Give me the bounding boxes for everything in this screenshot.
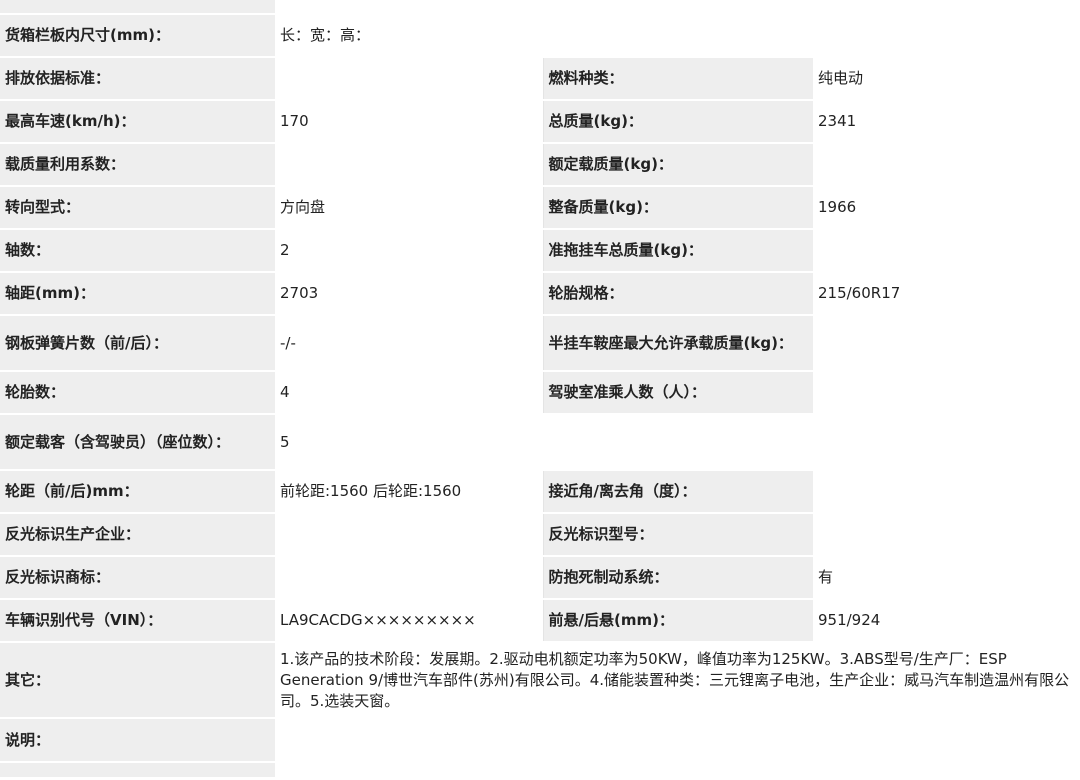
row-label-right: 额定载质量(kg)：	[542, 143, 813, 187]
row-label: 排放依据标准：	[0, 57, 275, 101]
table-row-clipped-bottom	[0, 762, 1080, 779]
vehicle-spec-table: 货箱栏板内尺寸(mm)： 长：宽：高： 排放依据标准： 燃料种类： 纯电动 最高…	[0, 0, 1080, 779]
row-value-right: 2341	[813, 100, 1080, 144]
table-row: 反光标识生产企业： 反光标识型号：	[0, 513, 1080, 557]
row-value-right	[813, 513, 1080, 557]
row-label-right: 半挂车鞍座最大允许承载质量(kg)：	[542, 315, 813, 372]
row-value-right	[813, 315, 1080, 372]
row-label: 载质量利用系数：	[0, 143, 275, 187]
row-label: 车辆识别代号（VIN）：	[0, 599, 275, 643]
row-label-right: 接近角/离去角（度）：	[542, 470, 813, 514]
table-row: 钢板弹簧片数（前/后）： -/- 半挂车鞍座最大允许承载质量(kg)：	[0, 315, 1080, 372]
row-value: 方向盘	[275, 186, 543, 230]
row-value	[275, 143, 543, 187]
row-label-right: 防抱死制动系统：	[542, 556, 813, 600]
row-label-right: 驾驶室准乘人数（人）：	[542, 371, 813, 415]
row-label: 反光标识商标：	[0, 556, 275, 600]
row-label: 其它：	[0, 642, 275, 719]
row-value: 前轮距:1560 后轮距:1560	[275, 470, 543, 514]
row-value-right	[813, 143, 1080, 187]
row-value-right: 1966	[813, 186, 1080, 230]
row-label-right: 整备质量(kg)：	[542, 186, 813, 230]
table-row: 其它： 1.该产品的技术阶段：发展期。2.驱动电机额定功率为50KW，峰值功率为…	[0, 642, 1080, 719]
row-label: 轮胎数：	[0, 371, 275, 415]
row-value: 长：宽：高：	[275, 14, 1080, 58]
row-value-right: 951/924	[813, 599, 1080, 643]
row-label: 钢板弹簧片数（前/后）：	[0, 315, 275, 372]
row-label-clipped	[0, 762, 275, 779]
table-row: 货箱栏板内尺寸(mm)： 长：宽：高：	[0, 14, 1080, 58]
row-value	[275, 718, 1080, 763]
row-value-right	[813, 371, 1080, 415]
table-row: 说明：	[0, 718, 1080, 763]
row-label: 轮距（前/后)mm：	[0, 470, 275, 514]
table-row: 转向型式： 方向盘 整备质量(kg)： 1966	[0, 186, 1080, 230]
table-row: 最高车速(km/h)： 170 总质量(kg)： 2341	[0, 100, 1080, 144]
row-value: -/-	[275, 315, 543, 372]
table-row: 轴数： 2 准拖挂车总质量(kg)：	[0, 229, 1080, 273]
table-row: 轮距（前/后)mm： 前轮距:1560 后轮距:1560 接近角/离去角（度）：	[0, 470, 1080, 514]
table-row: 轮胎数： 4 驾驶室准乘人数（人）：	[0, 371, 1080, 415]
row-label: 转向型式：	[0, 186, 275, 230]
row-label-right: 反光标识型号：	[542, 513, 813, 557]
table-row: 载质量利用系数： 额定载质量(kg)：	[0, 143, 1080, 187]
row-value-right: 纯电动	[813, 57, 1080, 101]
row-value-right: 有	[813, 556, 1080, 600]
row-label: 说明：	[0, 718, 275, 763]
row-label-right: 轮胎规格：	[542, 272, 813, 316]
row-value-clipped	[275, 762, 1080, 779]
row-value: 2703	[275, 272, 543, 316]
row-value	[275, 57, 543, 101]
table-row: 排放依据标准： 燃料种类： 纯电动	[0, 57, 1080, 101]
table-row: 车辆识别代号（VIN）： LA9CACDG××××××××× 前悬/后悬(mm)…	[0, 599, 1080, 643]
row-label: 轴数：	[0, 229, 275, 273]
row-label-clipped	[0, 0, 275, 15]
row-value-right: 215/60R17	[813, 272, 1080, 316]
row-value-clipped	[275, 0, 1080, 15]
row-value: 4	[275, 371, 543, 415]
row-label-right: 总质量(kg)：	[542, 100, 813, 144]
row-value: 1.该产品的技术阶段：发展期。2.驱动电机额定功率为50KW，峰值功率为125K…	[275, 642, 1080, 719]
row-label: 反光标识生产企业：	[0, 513, 275, 557]
row-value: 2	[275, 229, 543, 273]
row-label: 轴距(mm)：	[0, 272, 275, 316]
row-value	[275, 513, 543, 557]
table-row: 轴距(mm)： 2703 轮胎规格： 215/60R17	[0, 272, 1080, 316]
table-row-clipped-top	[0, 0, 1080, 15]
row-label: 货箱栏板内尺寸(mm)：	[0, 14, 275, 58]
row-value: 170	[275, 100, 543, 144]
row-value: LA9CACDG×××××××××	[275, 599, 543, 643]
row-value: 5	[275, 414, 1080, 471]
row-value	[275, 556, 543, 600]
table-row: 额定载客（含驾驶员）（座位数）： 5	[0, 414, 1080, 471]
row-label-right: 燃料种类：	[542, 57, 813, 101]
row-label-right: 前悬/后悬(mm)：	[542, 599, 813, 643]
row-label: 最高车速(km/h)：	[0, 100, 275, 144]
row-label: 额定载客（含驾驶员）（座位数）：	[0, 414, 275, 471]
row-label-right: 准拖挂车总质量(kg)：	[542, 229, 813, 273]
table-row: 反光标识商标： 防抱死制动系统： 有	[0, 556, 1080, 600]
row-value-right	[813, 470, 1080, 514]
row-value-right	[813, 229, 1080, 273]
